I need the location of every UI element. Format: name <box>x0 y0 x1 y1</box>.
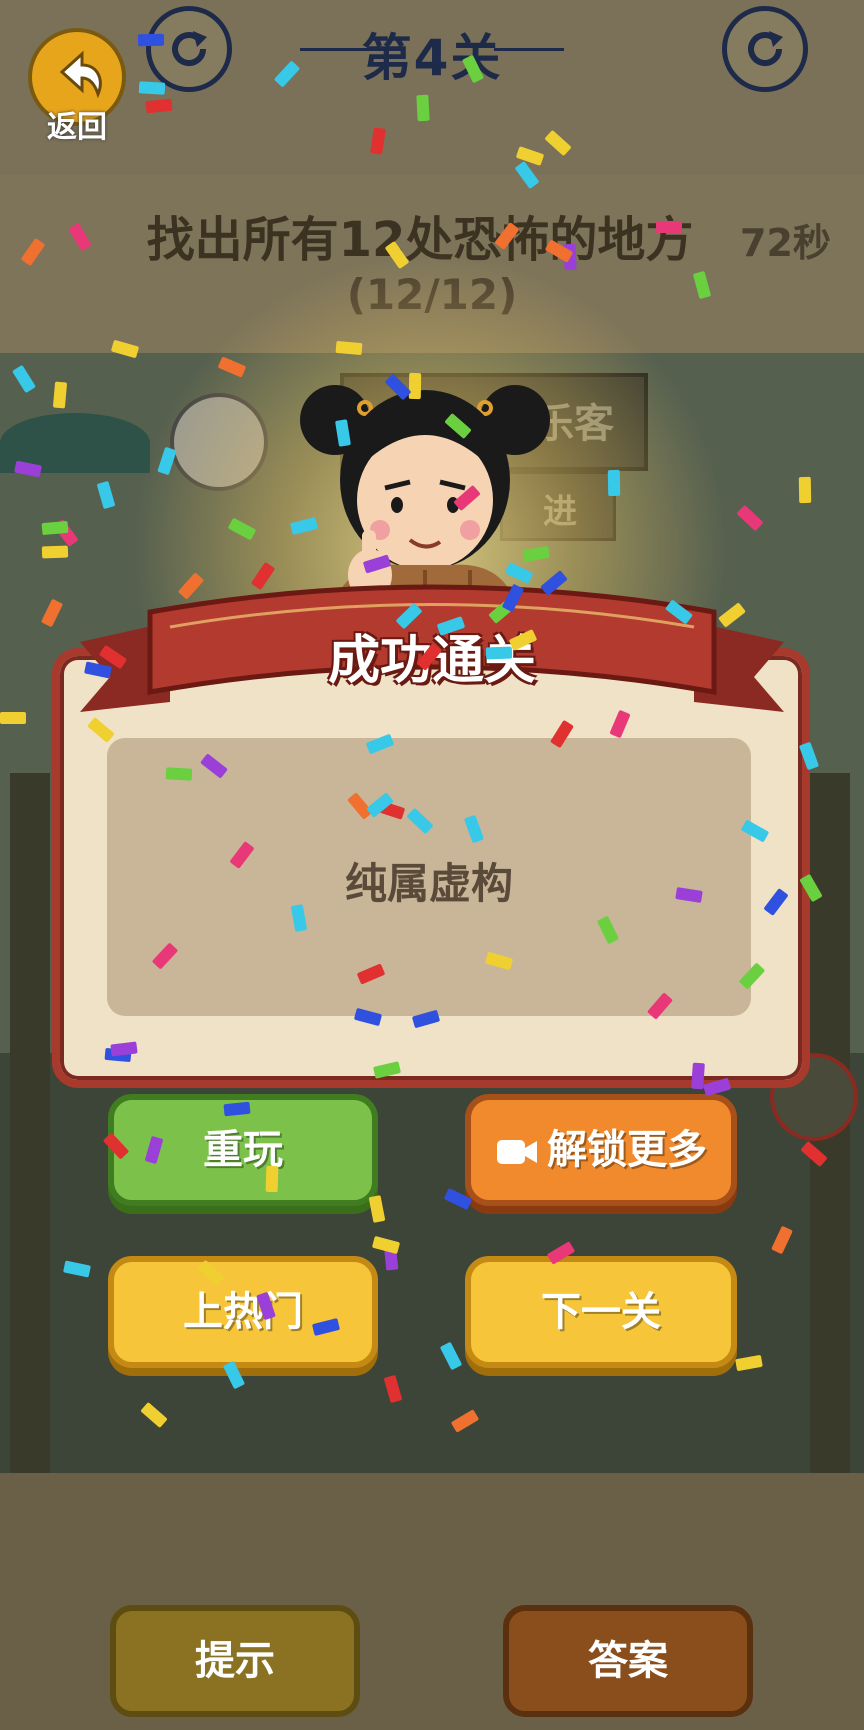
unlock-more-button[interactable]: 解锁更多 <box>465 1094 737 1206</box>
next-level-label: 下一关 <box>541 1289 661 1335</box>
timer: 72秒 <box>740 221 831 265</box>
answer-button[interactable]: 答案 <box>503 1605 753 1717</box>
success-banner-title: 成功通关 <box>327 631 536 691</box>
next-level-button[interactable]: 下一关 <box>465 1256 737 1368</box>
replay-button[interactable]: 重玩 <box>108 1094 378 1206</box>
video-camera-icon <box>497 1140 537 1164</box>
refresh-icon <box>172 31 207 66</box>
refresh-icon <box>748 31 783 66</box>
go-trending-label: 上热门 <box>183 1289 303 1335</box>
back-label: 返回 <box>47 110 107 145</box>
unlock-more-label: 解锁更多 <box>547 1127 707 1173</box>
disclaimer-message: 纯属虚构 <box>344 859 513 908</box>
bunk-ladder-left <box>10 773 50 1473</box>
hint-button[interactable]: 提示 <box>110 1605 360 1717</box>
refresh-button-right[interactable] <box>722 6 808 92</box>
go-trending-button[interactable]: 上热门 <box>108 1256 378 1368</box>
refresh-button-left[interactable] <box>146 6 232 92</box>
replay-label: 重玩 <box>203 1127 283 1173</box>
umbrella <box>0 413 150 473</box>
